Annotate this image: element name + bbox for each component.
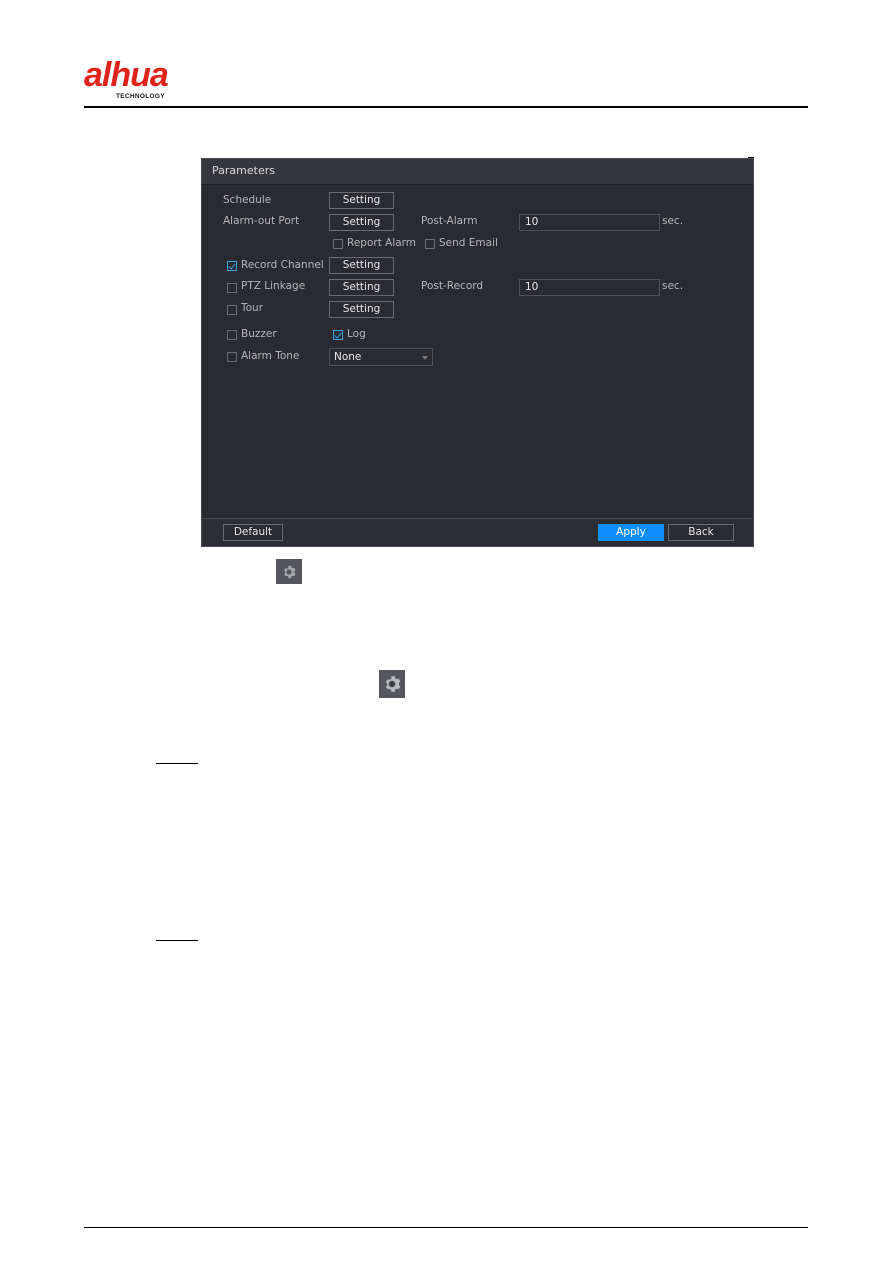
send-email-label: Send Email <box>439 237 498 249</box>
parameters-panel: Parameters Schedule Setting Alarm-out Po… <box>201 158 754 547</box>
record-channel-checkbox[interactable] <box>227 261 237 271</box>
footer-divider <box>84 1227 808 1228</box>
report-alarm-checkbox[interactable] <box>333 239 343 249</box>
panel-footer: Default Apply Back <box>202 518 753 546</box>
dahua-logo: alhua TECHNOLOGY <box>84 56 204 102</box>
tour-label: Tour <box>241 302 264 314</box>
post-record-input[interactable]: 10 <box>519 279 660 296</box>
buzzer-label: Buzzer <box>241 328 277 340</box>
gear-icon-glyph <box>284 565 296 578</box>
alarm-tone-checkbox[interactable] <box>227 352 237 362</box>
ptz-linkage-setting-button[interactable]: Setting <box>329 279 394 296</box>
gear-icon <box>276 559 302 584</box>
alarm-tone-select[interactable]: None <box>329 348 433 366</box>
panel-title-bar: Parameters <box>202 159 753 185</box>
gear-icon <box>379 670 405 698</box>
post-alarm-label: Post-Alarm <box>421 215 478 227</box>
send-email-checkbox[interactable] <box>425 239 435 249</box>
header-divider <box>84 106 808 108</box>
schedule-setting-button[interactable]: Setting <box>329 192 394 209</box>
log-checkbox[interactable] <box>333 330 343 340</box>
logo-text: alhua <box>84 56 169 94</box>
post-record-label: Post-Record <box>421 280 484 292</box>
tour-setting-button[interactable]: Setting <box>329 301 394 318</box>
log-label: Log <box>347 328 366 340</box>
tour-checkbox[interactable] <box>227 305 237 315</box>
report-alarm-label: Report Alarm <box>347 237 417 249</box>
post-alarm-input[interactable]: 10 <box>519 214 660 231</box>
buzzer-checkbox[interactable] <box>227 330 237 340</box>
post-alarm-unit: sec. <box>662 215 684 227</box>
ptz-linkage-checkbox[interactable] <box>227 283 237 293</box>
alarm-tone-label: Alarm Tone <box>241 350 300 362</box>
back-button[interactable]: Back <box>668 524 734 541</box>
schedule-label: Schedule <box>223 194 272 206</box>
post-record-unit: sec. <box>662 280 684 292</box>
record-channel-setting-button[interactable]: Setting <box>329 257 394 274</box>
step-underline <box>156 940 198 941</box>
record-channel-label: Record Channel <box>241 259 324 271</box>
chevron-down-icon <box>422 356 428 360</box>
default-button[interactable]: Default <box>223 524 283 541</box>
gear-icon-glyph <box>385 676 401 692</box>
logo-subtext: TECHNOLOGY <box>116 93 165 100</box>
alarm-tone-selected-value: None <box>334 351 362 363</box>
alarm-out-port-label: Alarm-out Port <box>223 215 300 227</box>
panel-title: Parameters <box>212 164 275 177</box>
apply-button[interactable]: Apply <box>598 524 664 541</box>
alarm-out-port-setting-button[interactable]: Setting <box>329 214 394 231</box>
ptz-linkage-label: PTZ Linkage <box>241 280 306 292</box>
step-underline <box>156 763 198 764</box>
